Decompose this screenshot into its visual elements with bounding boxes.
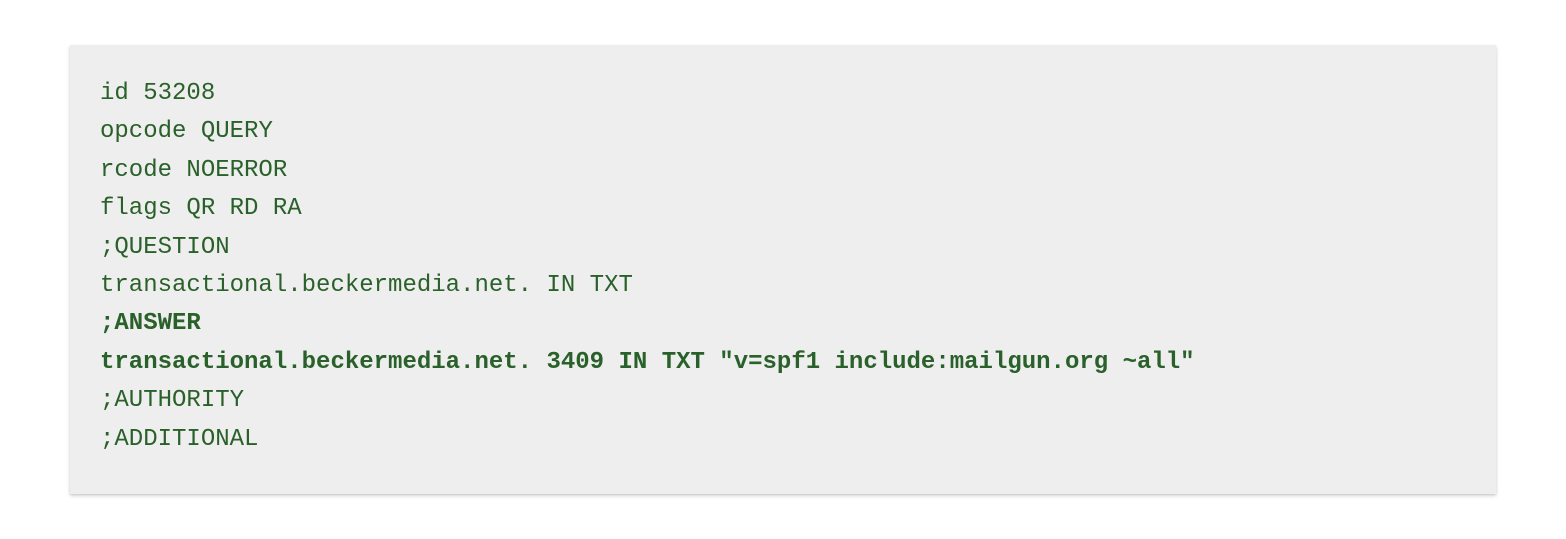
dns-authority-header: ;AUTHORITY — [100, 387, 244, 414]
dns-rcode-label: rcode — [100, 157, 172, 184]
dns-question-line: transactional.beckermedia.net. IN TXT — [100, 272, 633, 299]
dns-flags-label: flags — [100, 195, 172, 222]
dns-answer-header: ;ANSWER — [100, 310, 201, 337]
dns-opcode-value: QUERY — [201, 118, 273, 145]
dns-answer-line: transactional.beckermedia.net. 3409 IN T… — [100, 349, 1195, 376]
dns-opcode-label: opcode — [100, 118, 186, 145]
dns-flags-value: QR RD RA — [186, 195, 301, 222]
dns-id-value: 53208 — [143, 80, 215, 107]
dns-id-label: id — [100, 80, 129, 107]
dns-output-block: id 53208 opcode QUERY rcode NOERROR flag… — [70, 45, 1496, 494]
dns-question-header: ;QUESTION — [100, 234, 230, 261]
dns-additional-header: ;ADDITIONAL — [100, 426, 258, 453]
dns-rcode-value: NOERROR — [186, 157, 287, 184]
